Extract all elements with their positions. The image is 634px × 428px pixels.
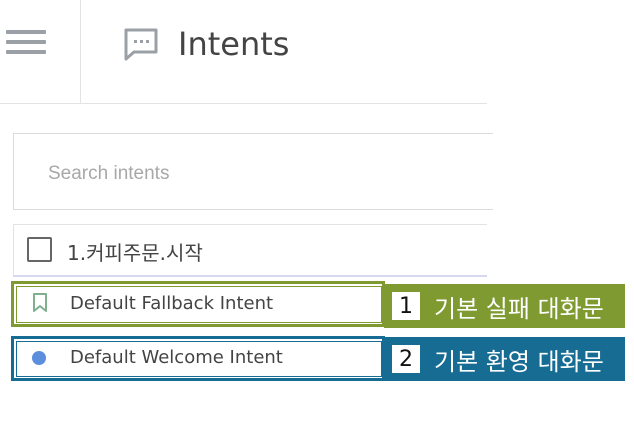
list-divider (13, 275, 487, 277)
chat-bubble-icon (122, 26, 162, 64)
callout-fallback: 1 기본 실패 대화문 (384, 284, 625, 328)
callout-text: 기본 실패 대화문 (434, 294, 604, 323)
callout-number: 1 (392, 292, 420, 320)
callout-text: 기본 환영 대화문 (434, 347, 604, 376)
callout-welcome: 2 기본 환영 대화문 (384, 337, 625, 381)
search-box (13, 133, 493, 210)
highlight-inner-fallback (16, 286, 382, 323)
header-bottom-divider (0, 103, 487, 104)
header-divider (80, 0, 81, 103)
callout-number: 2 (392, 345, 420, 373)
page-title: Intents (178, 25, 290, 63)
intent-folder-label[interactable]: 1.커피주문.시작 (67, 237, 203, 266)
hamburger-menu-icon[interactable] (6, 30, 46, 60)
highlight-inner-welcome (16, 341, 382, 377)
search-input[interactable] (46, 158, 470, 190)
folder-checkbox[interactable] (27, 237, 52, 262)
